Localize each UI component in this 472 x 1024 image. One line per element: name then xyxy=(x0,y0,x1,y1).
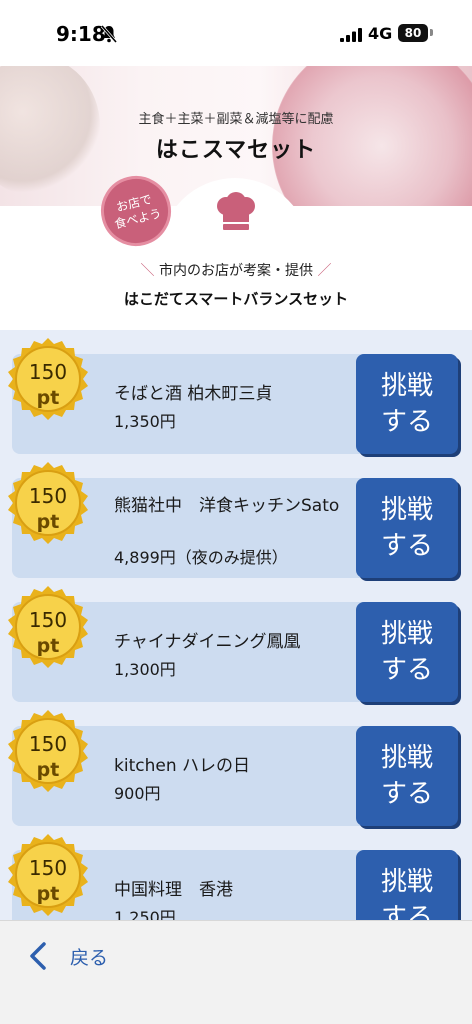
banner-tagline: ＼ 市内のお店が考案・提供 ／ xyxy=(140,263,332,279)
challenge-button-line2: する xyxy=(380,531,433,561)
points-value: 150 xyxy=(28,732,68,756)
chef-hat-icon xyxy=(217,192,255,230)
network-label: 4G xyxy=(368,24,393,43)
points-value: 150 xyxy=(28,856,68,880)
chevron-left-icon[interactable] xyxy=(28,941,48,971)
list-item: 150 pt 中国料理 香港 1,250円 挑戦 する xyxy=(8,834,458,920)
restaurant-name: 中国料理 香港 xyxy=(114,880,233,900)
points-unit: pt xyxy=(36,635,60,657)
challenge-button-line2: する xyxy=(380,407,433,437)
points-medal: 150 pt xyxy=(2,832,94,920)
points-value: 150 xyxy=(28,608,68,632)
restaurant-price: 1,250円 xyxy=(114,908,176,920)
banner-subtitle: 主食＋主菜＋副菜＆減塩等に配慮 xyxy=(138,112,334,127)
challenge-button[interactable]: 挑戦 する xyxy=(356,354,458,454)
restaurant-name: そばと酒 柏木町三貞 xyxy=(114,384,273,404)
challenge-button-line1: 挑戦 xyxy=(380,743,433,773)
points-unit: pt xyxy=(36,759,60,781)
list-item: 150 pt チャイナダイニング鳳凰 1,300円 挑戦 する xyxy=(8,586,458,702)
banner-set-name: はこだてスマートバランスセット xyxy=(123,290,349,308)
list-item: 150 pt そばと酒 柏木町三貞 1,350円 挑戦 する xyxy=(8,338,458,454)
challenge-button[interactable]: 挑戦 する xyxy=(356,850,458,920)
restaurant-name: チャイナダイニング鳳凰 xyxy=(114,632,301,652)
challenge-button-line2: する xyxy=(380,655,433,685)
challenge-button-line1: 挑戦 xyxy=(380,495,433,525)
points-medal: 150 pt xyxy=(2,584,94,676)
bell-muted-icon xyxy=(101,25,117,43)
restaurant-price: 1,350円 xyxy=(114,412,176,431)
hakosuma-set-banner: 主食＋主菜＋副菜＆減塩等に配慮 はこスマセット お店で 食べよう ＼ 市内のお店… xyxy=(0,66,472,330)
challenge-button-line1: 挑戦 xyxy=(380,619,433,649)
restaurant-price: 4,899円（夜のみ提供） xyxy=(114,548,288,567)
restaurant-name: kitchen ハレの日 xyxy=(114,756,250,776)
points-medal: 150 pt xyxy=(2,708,94,800)
signal-icon xyxy=(340,28,362,42)
points-unit: pt xyxy=(36,883,60,905)
food-photo-left xyxy=(0,66,100,196)
restaurant-name: 熊猫社中 洋食キッチンSato xyxy=(114,496,340,516)
points-medal: 150 pt xyxy=(2,336,94,428)
back-button[interactable]: 戻る xyxy=(70,943,108,970)
battery-icon: 80 xyxy=(398,24,428,42)
banner-tagline-text: 市内のお店が考案・提供 xyxy=(159,263,313,279)
list-item: 150 pt 熊猫社中 洋食キッチンSato 4,899円（夜のみ提供） 挑戦 … xyxy=(8,462,458,578)
challenge-button-line1: 挑戦 xyxy=(380,371,433,401)
status-time: 9:18 xyxy=(56,22,106,46)
list-item: 150 pt kitchen ハレの日 900円 挑戦 する xyxy=(8,710,458,826)
points-medal: 150 pt xyxy=(2,460,94,552)
challenge-button[interactable]: 挑戦 する xyxy=(356,726,458,826)
challenge-button[interactable]: 挑戦 する xyxy=(356,602,458,702)
points-value: 150 xyxy=(28,360,68,384)
battery-cap xyxy=(430,29,433,36)
bottom-toolbar: 戻る xyxy=(0,920,472,1024)
points-value: 150 xyxy=(28,484,68,508)
status-bar: 9:18 4G 80 xyxy=(0,0,472,66)
restaurant-price: 900円 xyxy=(114,784,161,803)
challenge-button-line2: する xyxy=(380,903,433,920)
challenge-button[interactable]: 挑戦 する xyxy=(356,478,458,578)
points-unit: pt xyxy=(36,387,60,409)
points-unit: pt xyxy=(36,511,60,533)
banner-title: はこスマセット xyxy=(155,138,317,163)
restaurant-price: 1,300円 xyxy=(114,660,176,679)
challenge-button-line2: する xyxy=(380,779,433,809)
challenge-button-line1: 挑戦 xyxy=(380,867,433,897)
restaurant-list[interactable]: 150 pt そばと酒 柏木町三貞 1,350円 挑戦 する 150 pt 熊猫… xyxy=(0,330,472,920)
